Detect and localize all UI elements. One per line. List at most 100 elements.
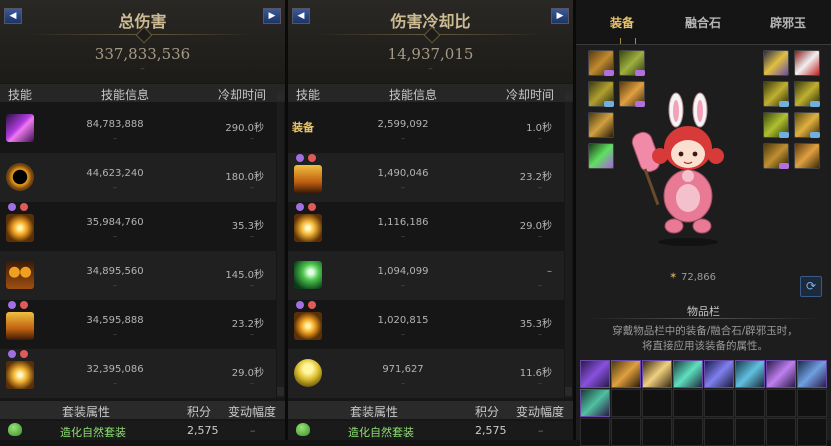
equipment-label: 装备 [292, 121, 314, 134]
skill-row[interactable]: 1,490,046 – 23.2秒 – [288, 153, 564, 202]
damage-sub: – [113, 134, 117, 143]
inventory-empty-slot[interactable] [797, 418, 827, 446]
inventory-empty-slot[interactable] [735, 418, 765, 446]
inventory-empty-slot[interactable] [704, 418, 734, 446]
scroll-up-arrow[interactable] [277, 93, 284, 101]
scrollbar[interactable] [565, 102, 572, 398]
equip-slot-support-icon[interactable] [794, 112, 820, 138]
equip-slot-title-icon[interactable] [763, 50, 789, 76]
damage-sub: – [113, 281, 117, 290]
equip-slot-top-icon[interactable] [588, 81, 614, 107]
damage-sub: – [401, 183, 405, 192]
tab-equipment[interactable]: 装备 [610, 14, 634, 31]
inventory-item-icon[interactable] [673, 360, 703, 388]
equip-slot-earring-icon[interactable] [794, 143, 820, 169]
equip-slot-belt-icon[interactable] [588, 112, 614, 138]
col-cooldown[interactable]: 冷却时间 [506, 86, 554, 103]
set-row[interactable]: 造化自然套装 2,575 – [288, 421, 573, 440]
rune-badge-icon [8, 203, 16, 211]
tab-fusion-stone[interactable]: 融合石 [685, 14, 721, 31]
set-header: 套装属性 积分 变动幅度 [0, 401, 285, 419]
cooldown-value: 290.0秒 [225, 123, 264, 134]
equip-slot-shoulder-icon[interactable] [619, 50, 645, 76]
inventory-item-icon[interactable] [735, 360, 765, 388]
skill-row[interactable]: 1,094,099 – – – [288, 251, 564, 300]
col-set-attr[interactable]: 套装属性 [350, 403, 398, 420]
skill-row[interactable]: 35,984,760 – 35.3秒 – [0, 202, 276, 251]
scroll-up-arrow[interactable] [565, 93, 572, 101]
rune-badge-icon [308, 301, 316, 309]
col-change[interactable]: 变动幅度 [516, 403, 564, 420]
inventory-item-icon[interactable] [704, 360, 734, 388]
inventory-empty-slot[interactable] [735, 389, 765, 417]
set-row[interactable]: 造化自然套装 2,575 – [0, 421, 285, 440]
skill-row[interactable]: 971,627 – 11.6秒 – [288, 349, 564, 398]
inventory-empty-slot[interactable] [766, 418, 796, 446]
ratio-sub: – [428, 64, 433, 74]
equip-slot-pet-icon[interactable] [794, 50, 820, 76]
inventory-empty-slot[interactable] [642, 389, 672, 417]
cooldown-sub: – [538, 232, 542, 241]
total-damage-panel: ◀ ▶ 总伤害 337,833,536 – 技能 技能信息 冷却时间 84,78… [0, 0, 285, 440]
equip-slot-ring-icon[interactable] [763, 112, 789, 138]
col-cooldown[interactable]: 冷却时间 [218, 86, 266, 103]
inventory-empty-slot[interactable] [580, 418, 610, 446]
skill-row[interactable]: 44,623,240 – 180.0秒 – [0, 153, 276, 202]
equip-slot-helmet-icon[interactable] [588, 50, 614, 76]
scroll-down-arrow[interactable] [565, 387, 572, 396]
cooldown-sub: – [538, 379, 542, 388]
col-set-attr[interactable]: 套装属性 [62, 403, 110, 420]
col-change[interactable]: 变动幅度 [228, 403, 276, 420]
inventory-item-icon[interactable] [580, 389, 610, 417]
inventory-item-icon[interactable] [611, 360, 641, 388]
skill-row[interactable]: 1,020,815 – 35.3秒 – [288, 300, 564, 349]
skill-row[interactable]: 1,116,186 – 29.0秒 – [288, 202, 564, 251]
refresh-button[interactable]: ⟳ [800, 276, 822, 297]
set-change: – [538, 424, 544, 437]
inventory-empty-slot[interactable] [611, 389, 641, 417]
rune-chip-icon [779, 132, 789, 138]
inventory-empty-slot[interactable] [642, 418, 672, 446]
panel-header: ◀ ▶ 伤害冷却比 14,937,015 – [288, 0, 573, 83]
scroll-down-arrow[interactable] [277, 387, 284, 396]
col-skill-info[interactable]: 技能信息 [389, 86, 437, 103]
equip-slot-necklace-icon[interactable] [794, 81, 820, 107]
set-score: 2,575 [475, 424, 507, 437]
inventory-empty-slot[interactable] [611, 418, 641, 446]
col-skill[interactable]: 技能 [8, 86, 32, 103]
damage-value: 34,895,560 [86, 266, 144, 277]
inventory-empty-slot[interactable] [766, 389, 796, 417]
skill-row[interactable]: 34,595,888 – 23.2秒 – [0, 300, 276, 349]
rune-badge-icon [20, 203, 28, 211]
inventory-item-icon[interactable] [797, 360, 827, 388]
inventory-empty-slot[interactable] [797, 389, 827, 417]
equip-slot-bracelet-icon[interactable] [763, 81, 789, 107]
col-score[interactable]: 积分 [187, 403, 211, 420]
purple-lightning-skill-icon [6, 114, 34, 142]
equip-slot-magic-stone-icon[interactable] [763, 143, 789, 169]
popsicle-weapon-icon [631, 131, 661, 206]
skill-row[interactable]: 32,395,086 – 29.0秒 – [0, 349, 276, 398]
inventory-empty-slot[interactable] [673, 418, 703, 446]
cooldown-value: 35.3秒 [519, 319, 552, 330]
inventory-desc-line: 穿戴物品栏中的装备/融合石/辟邪玉时， [612, 325, 798, 337]
inventory-item-icon[interactable] [580, 360, 610, 388]
rune-chip-icon [635, 70, 645, 76]
skill-row[interactable]: 34,895,560 – 145.0秒 – [0, 251, 276, 300]
inventory-item-icon[interactable] [766, 360, 796, 388]
set-name: 造化自然套装 [348, 426, 414, 439]
col-skill[interactable]: 技能 [296, 86, 320, 103]
inventory-empty-slot[interactable] [704, 389, 734, 417]
cooldown-value: 180.0秒 [225, 172, 264, 183]
fire-totem-skill-icon [6, 261, 34, 289]
tab-talisman[interactable]: 辟邪玉 [770, 14, 806, 31]
col-score[interactable]: 积分 [475, 403, 499, 420]
power-score: 72,866 [681, 272, 716, 283]
skill-row[interactable]: 装备 2,599,092 – 1.0秒 – [288, 104, 564, 153]
skill-row[interactable]: 84,783,888 – 290.0秒 – [0, 104, 276, 153]
inventory-empty-slot[interactable] [673, 389, 703, 417]
inventory-item-icon[interactable] [642, 360, 672, 388]
equip-slot-weapon-icon[interactable] [588, 143, 614, 169]
col-skill-info[interactable]: 技能信息 [101, 86, 149, 103]
scrollbar[interactable] [277, 102, 284, 398]
